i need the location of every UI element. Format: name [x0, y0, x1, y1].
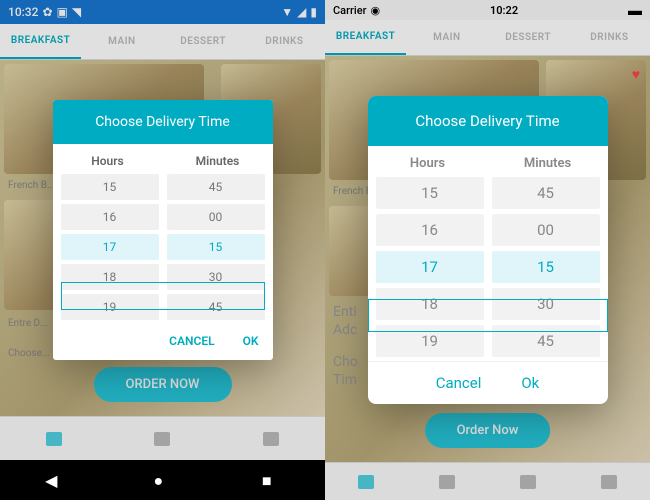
modal-overlay[interactable]: Choose Delivery Time Hours Minutes 15 16… — [0, 0, 325, 460]
minute-option-selected[interactable]: 15 — [167, 234, 265, 260]
dialog-title: Choose Delivery Time — [53, 100, 273, 144]
hour-option-selected[interactable]: 17 — [61, 234, 159, 260]
ios-phone: Carrier ◉ 10:22 ▬ BREAKFAST MAIN DESSERT… — [325, 0, 650, 500]
cancel-button[interactable]: CANCEL — [169, 334, 214, 348]
hour-option[interactable]: 16 — [376, 214, 484, 246]
dialog-title: Choose Delivery Time — [368, 96, 608, 146]
minutes-label: Minutes — [488, 156, 608, 171]
hour-option-selected[interactable]: 17 — [376, 251, 484, 283]
back-icon[interactable]: ◀ — [45, 471, 63, 489]
android-phone: 10:32 ✿ ▣ ◥ ▼ ◢ ▮ BREAKFAST MAIN DESSERT… — [0, 0, 325, 500]
time-picker: 15 16 17 18 19 45 00 15 30 45 — [53, 174, 273, 324]
minute-option[interactable]: 30 — [167, 264, 265, 290]
dialog-actions: CANCEL OK — [53, 324, 273, 360]
ok-button[interactable]: OK — [243, 334, 259, 348]
hours-column[interactable]: 15 16 17 18 19 — [376, 177, 484, 357]
hours-label: Hours — [368, 156, 488, 171]
dialog-actions: Cancel Ok — [368, 361, 608, 404]
minutes-column[interactable]: 45 00 15 30 45 — [167, 174, 265, 320]
hour-option[interactable]: 15 — [376, 177, 484, 209]
hour-option[interactable]: 19 — [61, 294, 159, 320]
picker-labels: Hours Minutes — [368, 146, 608, 177]
minutes-label: Minutes — [163, 154, 273, 168]
minute-option[interactable]: 00 — [167, 204, 265, 230]
home-icon[interactable]: ● — [153, 471, 171, 489]
time-picker: 15 16 17 18 19 45 00 15 30 45 — [368, 177, 608, 361]
modal-overlay[interactable]: Choose Delivery Time Hours Minutes 15 16… — [325, 0, 650, 500]
minute-option[interactable]: 45 — [492, 325, 600, 357]
minute-option[interactable]: 30 — [492, 288, 600, 320]
minute-option[interactable]: 45 — [167, 294, 265, 320]
minute-option[interactable]: 00 — [492, 214, 600, 246]
minute-option-selected[interactable]: 15 — [492, 251, 600, 283]
recent-icon[interactable]: ■ — [262, 471, 280, 489]
time-picker-dialog: Choose Delivery Time Hours Minutes 15 16… — [368, 96, 608, 404]
hour-option[interactable]: 19 — [376, 325, 484, 357]
hour-option[interactable]: 16 — [61, 204, 159, 230]
cancel-button[interactable]: Cancel — [436, 374, 482, 392]
hour-option[interactable]: 15 — [61, 174, 159, 200]
hours-label: Hours — [53, 154, 163, 168]
picker-labels: Hours Minutes — [53, 144, 273, 174]
hour-option[interactable]: 18 — [61, 264, 159, 290]
hour-option[interactable]: 18 — [376, 288, 484, 320]
minutes-column[interactable]: 45 00 15 30 45 — [492, 177, 600, 357]
hours-column[interactable]: 15 16 17 18 19 — [61, 174, 159, 320]
android-system-nav: ◀ ● ■ — [0, 460, 325, 500]
minute-option[interactable]: 45 — [167, 174, 265, 200]
time-picker-dialog: Choose Delivery Time Hours Minutes 15 16… — [53, 100, 273, 360]
ok-button[interactable]: Ok — [521, 374, 539, 392]
minute-option[interactable]: 45 — [492, 177, 600, 209]
